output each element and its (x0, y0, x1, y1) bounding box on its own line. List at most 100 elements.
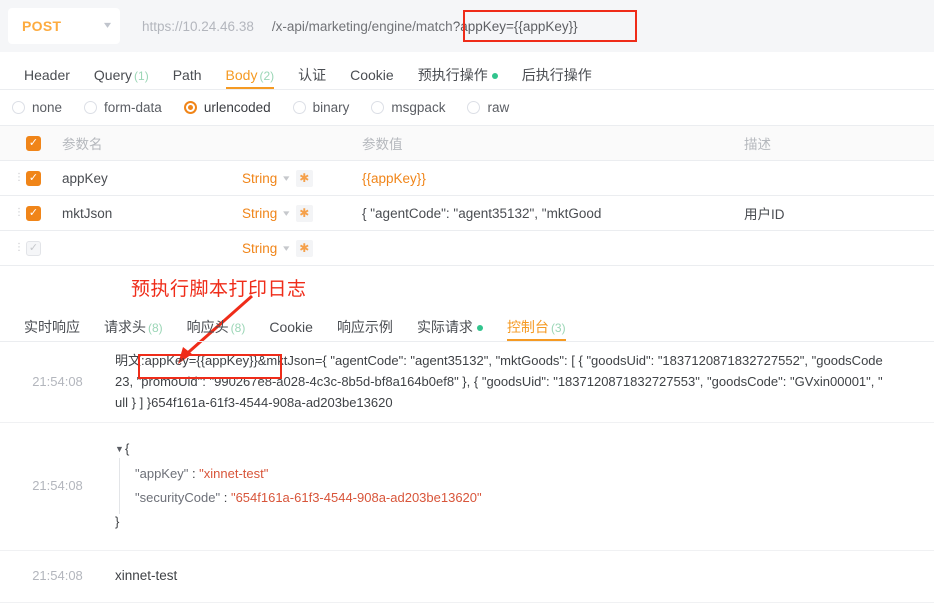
select-all-checkbox[interactable]: ✓ (26, 135, 41, 151)
collapse-triangle-icon[interactable]: ▼ (115, 437, 125, 461)
body-type-radio-msgpack[interactable]: msgpack (371, 100, 445, 115)
column-header-desc: 描述 (744, 137, 771, 152)
request-url-bar: POST ▾ https://10.24.46.38 /x-api/market… (0, 0, 934, 52)
status-dot-icon (476, 325, 483, 331)
http-method-select[interactable]: POST ▾ (8, 8, 120, 44)
json-open-brace[interactable]: ▼{ (115, 437, 926, 462)
radio-icon (12, 101, 25, 114)
tab-label: 认证 (298, 67, 327, 83)
chevron-down-icon[interactable]: ▾ (283, 173, 289, 184)
request-tab-0[interactable]: Header (12, 68, 82, 89)
log-content: 明文:appKey={{appKey}}&mktJson={ "agentCod… (115, 342, 934, 422)
required-star-icon[interactable]: ✱ (295, 169, 313, 187)
radio-label: raw (487, 100, 510, 115)
param-type-cell[interactable]: String ▾ ✱ (242, 169, 362, 187)
response-tab-0[interactable]: 实时响应 (12, 320, 92, 341)
required-star-icon[interactable]: ✱ (295, 204, 313, 222)
json-key: "appKey" (135, 466, 189, 481)
body-param-table: ✓ 参数名 参数值 描述 ⋮⋮ ✓ appKey String ▾ ✱ {{appKey}}… (0, 125, 934, 266)
param-enabled-checkbox-cell[interactable]: ✓ (26, 205, 62, 221)
param-row[interactable]: ⋮⋮ ✓ mktJson String ▾ ✱ { "agentCode": "agent3… (0, 196, 934, 231)
required-star-icon[interactable]: ✱ (295, 239, 313, 257)
tab-label: 实时响应 (24, 319, 80, 335)
radio-icon (84, 101, 98, 114)
body-type-radio-raw[interactable]: raw (467, 100, 509, 115)
url-host-text[interactable]: https://10.24.46.38 (142, 19, 254, 34)
log-json-block: ▼{"appKey" : "xinnet-test" "securityCode"… (115, 431, 926, 541)
tab-label: 实际请求 (416, 319, 473, 335)
response-tab-4[interactable]: 响应示例 (325, 320, 405, 341)
body-type-radio-binary[interactable]: binary (292, 100, 349, 115)
body-type-radio-none[interactable]: none (12, 100, 62, 115)
json-value: "654f161a-61f3-4544-908a-ad203be13620" (230, 490, 482, 505)
request-tab-7[interactable]: 后执行操作 (510, 68, 604, 89)
param-enabled-checkbox[interactable]: ✓ (26, 240, 41, 256)
param-value-input[interactable]: {{appKey}} (362, 171, 744, 186)
response-panel-tab-bar: 实时响应 请求头 (8) 响应头 (8) Cookie 响应示例 实际请求 控制台 (3) (0, 303, 934, 342)
chevron-down-icon: ▾ (103, 20, 112, 31)
response-tab-5[interactable]: 实际请求 (405, 320, 495, 341)
param-row[interactable]: ⋮⋮ ✓ appKey String ▾ ✱ {{appKey}} (0, 161, 934, 196)
chevron-down-icon[interactable]: ▾ (283, 208, 289, 219)
radio-label: msgpack (391, 100, 446, 115)
param-name-input[interactable]: mktJson (62, 206, 242, 221)
radio-icon (292, 101, 306, 114)
tab-label: Query (93, 67, 133, 83)
request-tab-3[interactable]: Body (2) (214, 68, 287, 89)
request-tab-4[interactable]: 认证 (286, 68, 338, 89)
tab-label: Header (24, 67, 70, 83)
console-log-row: 21:54:08 ▼{"appKey" : "xinnet-test" "secur… (0, 423, 934, 551)
tab-label: Cookie (269, 319, 313, 335)
response-tab-1[interactable]: 请求头 (8) (92, 320, 175, 341)
url-path-text[interactable]: /x-api/marketing/engine/match (272, 19, 453, 34)
json-separator: : (188, 466, 200, 481)
column-header-value: 参数值 (362, 137, 403, 152)
param-enabled-checkbox-cell[interactable]: ✓ (26, 170, 62, 186)
tab-count: (8) (148, 321, 163, 335)
request-tab-5[interactable]: Cookie (338, 68, 406, 89)
param-desc-input[interactable]: 用户ID (744, 203, 934, 223)
param-name-input[interactable]: appKey (62, 171, 242, 186)
param-enabled-checkbox[interactable]: ✓ (26, 205, 41, 221)
body-type-radio-form-data[interactable]: form-data (84, 100, 162, 115)
param-type-label: String (242, 170, 278, 186)
body-type-radio-urlencoded[interactable]: urlencoded (183, 100, 271, 115)
drag-handle-icon[interactable]: ⋮⋮ (0, 208, 35, 218)
log-text-line: ull } ] }654f161a-61f3-4544-908a-ad203be… (115, 395, 393, 410)
radio-label: none (32, 100, 63, 115)
log-content: ▼{"appKey" : "xinnet-test" "securityCode"… (115, 423, 934, 550)
request-tab-6[interactable]: 预执行操作 (406, 68, 510, 89)
http-method-label: POST (22, 18, 62, 34)
tab-label: 响应头 (186, 319, 229, 335)
select-all-checkbox-cell[interactable]: ✓ (26, 135, 62, 151)
param-row[interactable]: ⋮⋮ ✓ String ▾ ✱ (0, 231, 934, 266)
radio-label: form-data (104, 100, 162, 115)
url-query-text[interactable]: ?appKey={{appKey}} (453, 19, 578, 34)
json-field: "securityCode" : "654f161a-61f3-4544-908… (115, 482, 926, 514)
tab-label: 预执行操作 (417, 67, 488, 83)
body-type-radio-group: none form-data urlencoded binary msgpack raw (0, 90, 934, 125)
response-tab-6[interactable]: 控制台 (3) (495, 320, 578, 341)
tab-label: Path (172, 67, 202, 83)
console-log-area: 21:54:08 明文:appKey={{appKey}}&mktJson={ "… (0, 342, 934, 603)
param-type-cell[interactable]: String ▾ ✱ (242, 204, 362, 222)
radio-icon (183, 101, 197, 114)
tab-label: 响应示例 (336, 319, 393, 335)
param-value-input[interactable]: { "agentCode": "agent35132", "mktGood (362, 206, 744, 221)
chevron-down-icon[interactable]: ▾ (283, 243, 289, 254)
param-type-cell[interactable]: String ▾ ✱ (242, 239, 362, 257)
request-tab-2[interactable]: Path (161, 68, 214, 89)
request-tab-bar: Header Query (1) Path Body (2) 认证 Cookie 预执行操作 后执… (0, 52, 934, 90)
param-enabled-checkbox[interactable]: ✓ (26, 170, 41, 186)
response-tab-2[interactable]: 响应头 (8) (175, 320, 258, 341)
tab-label: 请求头 (104, 319, 146, 335)
drag-handle-icon[interactable]: ⋮⋮ (0, 173, 35, 183)
param-enabled-checkbox-cell[interactable]: ✓ (26, 240, 62, 256)
response-tab-3[interactable]: Cookie (257, 320, 325, 341)
radio-label: urlencoded (203, 100, 271, 115)
drag-handle-icon[interactable]: ⋮⋮ (0, 243, 35, 253)
request-tab-1[interactable]: Query (1) (82, 68, 161, 89)
tab-label: 后执行操作 (521, 67, 592, 83)
tab-label: Cookie (350, 67, 394, 83)
json-key: "securityCode" (135, 490, 221, 505)
